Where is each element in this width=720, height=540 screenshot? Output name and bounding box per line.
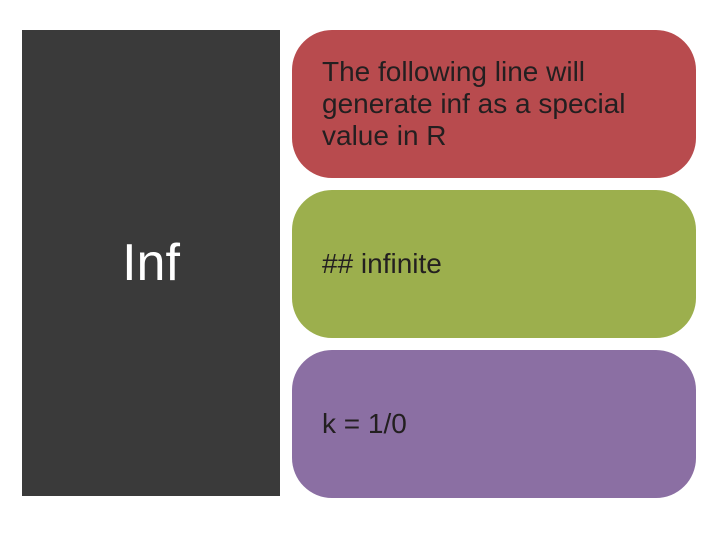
info-pill-1-text: The following line will generate inf as … — [322, 56, 666, 153]
left-panel: Inf — [22, 30, 280, 496]
info-pill-3-text: k = 1/0 — [322, 408, 407, 440]
slide: Inf The following line will generate inf… — [0, 0, 720, 540]
slide-title: Inf — [122, 233, 180, 293]
info-pill-2: ## infinite — [292, 190, 696, 338]
info-pill-1: The following line will generate inf as … — [292, 30, 696, 178]
info-pill-3: k = 1/0 — [292, 350, 696, 498]
info-pill-2-text: ## infinite — [322, 248, 442, 280]
